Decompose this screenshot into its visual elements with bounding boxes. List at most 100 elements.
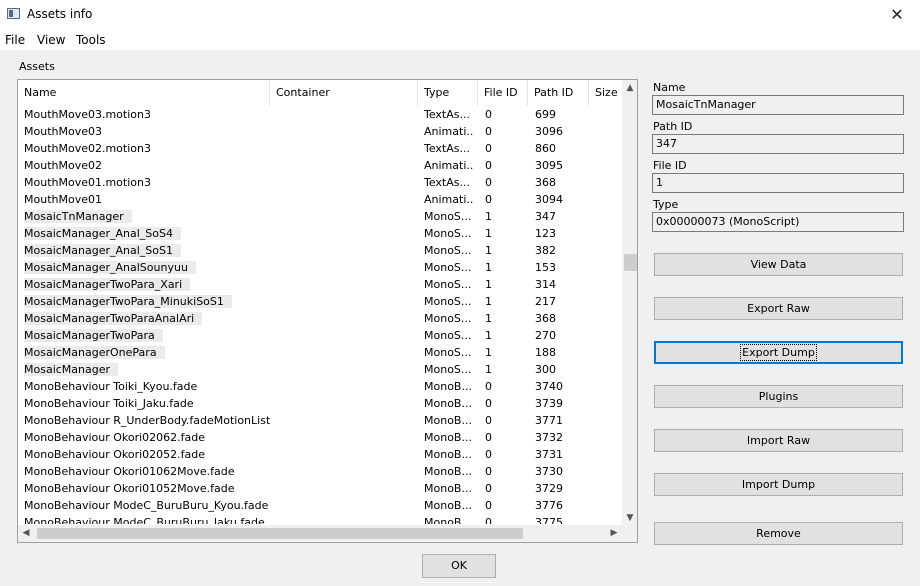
cell-name: MosaicManager [24,361,270,378]
column-header-name[interactable]: Name [18,80,270,106]
view-data-button[interactable]: View Data [654,253,903,276]
cell-name-text: MonoBehaviour Toiki_Kyou.fade [24,380,198,393]
cell-file-id: 1 [485,276,525,293]
table-row[interactable]: MosaicManager MonoS... 1 300 [18,361,622,378]
table-row[interactable]: MonoBehaviour Okori02062.fade MonoB... 0 37… [18,429,622,446]
table-row[interactable]: MouthMove01.motion3 TextAs... 0 368 [18,174,622,191]
cell-type: MonoB... [424,497,474,514]
column-header-size[interactable]: Size ( [589,80,622,106]
import-raw-button-label: Import Raw [746,434,811,447]
cell-type-text: MonoB... [424,414,472,427]
cell-path-id: 153 [535,259,585,276]
scrollbar-corner [622,525,637,542]
table-row[interactable]: MosaicManager_Anal_SoS1 MonoS... 1 382 [18,242,622,259]
cell-type: MonoB... [424,412,474,429]
export-raw-button[interactable]: Export Raw [654,297,903,320]
cell-file-id: 0 [485,463,525,480]
cell-file-id: 1 [485,293,525,310]
cell-file-id-text: 0 [485,125,492,138]
cell-path-id: 3739 [535,395,585,412]
table-row[interactable]: MouthMove03.motion3 TextAs... 0 699 [18,106,622,123]
assets-table: Name Container Type File ID Path ID Size… [17,79,638,543]
horizontal-scrollbar[interactable]: ◀ ▶ [18,525,622,542]
cell-name-text: MosaicManager_Anal_SoS1 [24,244,181,257]
table-row[interactable]: MonoBehaviour ModeC_BuruBuru_Kyou.fade Mo… [18,497,622,514]
cell-file-id-text: 0 [485,142,492,155]
cell-file-id-text: 1 [485,227,492,240]
table-row[interactable]: MosaicManager_AnalSounyuu MonoS... 1 153 [18,259,622,276]
cell-name: MosaicManager_Anal_SoS4 [24,225,270,242]
table-row[interactable]: MonoBehaviour Toiki_Jaku.fade MonoB... 0 37… [18,395,622,412]
horizontal-scroll-thumb[interactable] [37,528,523,539]
cell-path-id-text: 217 [535,295,556,308]
cell-name: MosaicManager_Anal_SoS1 [24,242,270,259]
cell-type: MonoS... [424,208,474,225]
table-row[interactable]: MouthMove02.motion3 TextAs... 0 860 [18,140,622,157]
close-window-button[interactable]: ✕ [874,0,920,30]
table-row[interactable]: MosaicManagerTwoPara_Xari MonoS... 1 314 [18,276,622,293]
column-header-file-id[interactable]: File ID [478,80,528,106]
cell-type-text: MonoB... [424,465,472,478]
file-id-field[interactable]: 1 [652,173,904,193]
table-row[interactable]: MosaicManagerTwoPara MonoS... 1 270 [18,327,622,344]
cell-path-id-text: 270 [535,329,556,342]
cell-type: MonoS... [424,327,474,344]
path-id-field[interactable]: 347 [652,134,904,154]
menu-file[interactable]: File [5,33,25,47]
cell-name-text: MouthMove02 [24,159,102,172]
table-row[interactable]: MosaicManagerTwoPara_MinukiSoS1 MonoS... 1… [18,293,622,310]
export-dump-button[interactable]: Export Dump [654,341,903,364]
table-row[interactable]: MonoBehaviour ModeC_BuruBuru_Jaku.fade Mo… [18,514,622,524]
menu-view[interactable]: View [37,33,65,47]
cell-path-id-text: 3732 [535,431,563,444]
vertical-scrollbar[interactable]: ▲ ▼ [622,80,637,526]
table-row[interactable]: MosaicManager_Anal_SoS4 MonoS... 1 123 [18,225,622,242]
cell-path-id-text: 3771 [535,414,563,427]
table-row[interactable]: MouthMove01 Animati... 0 3094 [18,191,622,208]
cell-name-text: MonoBehaviour Okori02052.fade [24,448,206,461]
column-header-container[interactable]: Container [270,80,418,106]
app-window-icon [7,8,20,19]
cell-path-id: 3732 [535,429,585,446]
cell-path-id: 347 [535,208,585,225]
cell-file-id-text: 0 [485,465,492,478]
cell-file-id-text: 1 [485,244,492,257]
name-field[interactable]: MosaicTnManager [652,95,904,115]
table-row[interactable]: MosaicTnManager MonoS... 1 347 [18,208,622,225]
cell-type: MonoS... [424,225,474,242]
table-row[interactable]: MonoBehaviour Okori02052.fade MonoB... 0 37… [18,446,622,463]
table-row[interactable]: MouthMove02 Animati... 0 3095 [18,157,622,174]
table-row[interactable]: MosaicManagerTwoParaAnalAri MonoS... 1 368 [18,310,622,327]
ok-button[interactable]: OK [422,554,496,578]
table-row[interactable]: MonoBehaviour Okori01052Move.fade MonoB..… [18,480,622,497]
table-row[interactable]: MosaicManagerOnePara MonoS... 1 188 [18,344,622,361]
table-row[interactable]: MouthMove03 Animati... 0 3096 [18,123,622,140]
cell-file-id: 0 [485,106,525,123]
cell-path-id: 368 [535,174,585,191]
menu-tools[interactable]: Tools [76,33,106,47]
cell-file-id: 0 [485,514,525,524]
cell-path-id-text: 314 [535,278,556,291]
table-row[interactable]: MonoBehaviour Okori01062Move.fade MonoB..… [18,463,622,480]
table-row[interactable]: MonoBehaviour R_UnderBody.fadeMotionList… [18,412,622,429]
remove-button[interactable]: Remove [654,522,903,545]
cell-type: MonoB... [424,395,474,412]
import-raw-button[interactable]: Import Raw [654,429,903,452]
import-dump-button[interactable]: Import Dump [654,473,903,496]
scroll-down-arrow-icon[interactable]: ▼ [622,510,637,526]
plugins-button[interactable]: Plugins [654,385,903,408]
vertical-scroll-thumb[interactable] [624,254,637,271]
type-field[interactable]: 0x00000073 (MonoScript) [652,212,904,232]
cell-path-id: 3729 [535,480,585,497]
cell-type-text: MonoB... [424,499,472,512]
table-row[interactable]: MonoBehaviour Toiki_Kyou.fade MonoB... 0 37… [18,378,622,395]
scroll-right-arrow-icon[interactable]: ▶ [606,525,622,542]
scroll-left-arrow-icon[interactable]: ◀ [18,525,34,542]
scroll-up-arrow-icon[interactable]: ▲ [622,80,637,96]
file-id-label: File ID [653,159,687,172]
column-header-path-id[interactable]: Path ID [528,80,589,106]
cell-name: MonoBehaviour Okori01052Move.fade [24,480,270,497]
cell-type-text: MonoS... [424,329,472,342]
cell-type-text: Animati... [424,125,474,138]
column-header-type[interactable]: Type [418,80,478,106]
